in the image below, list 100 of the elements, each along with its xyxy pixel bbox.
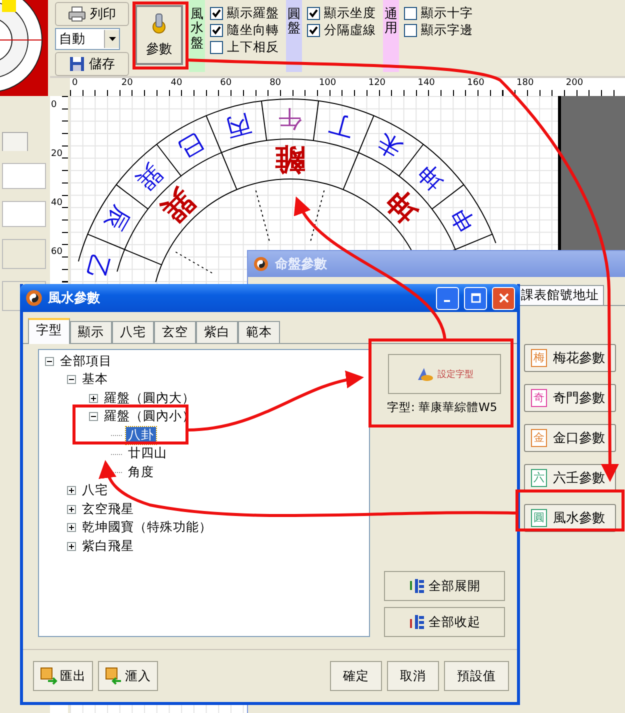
checkbox[interactable] xyxy=(210,41,223,54)
expand-all-button[interactable]: 全部展開 xyxy=(384,571,505,601)
group-label: 風水盤 xyxy=(189,0,205,72)
seal-icon: 六 xyxy=(531,469,547,487)
ruler-label: 60 xyxy=(51,247,62,257)
tab[interactable]: 紫白 xyxy=(196,321,238,343)
compass-label: 未 xyxy=(372,128,407,164)
tab[interactable]: 範本 xyxy=(238,321,280,343)
import-button[interactable]: 滙入 xyxy=(98,661,158,691)
expander-icon[interactable] xyxy=(89,412,98,422)
checkbox-label: 上下相反 xyxy=(227,39,279,56)
tab[interactable]: 顯示 xyxy=(70,321,112,343)
save-button[interactable]: 儲存 xyxy=(55,52,129,76)
expander-icon[interactable] xyxy=(67,504,76,514)
mode-dropdown[interactable]: 自動 xyxy=(55,28,120,50)
ruler-label: 200 xyxy=(566,78,584,88)
checkbox-label: 顯示十字 xyxy=(421,5,473,22)
bagua-icon xyxy=(25,289,43,307)
expander-icon[interactable] xyxy=(45,356,54,366)
font-icon xyxy=(416,366,434,382)
minimize-icon[interactable] xyxy=(436,286,459,310)
ruler-label: 80 xyxy=(270,78,282,88)
tab[interactable]: 玄空 xyxy=(154,321,196,343)
checkbox[interactable] xyxy=(404,7,417,20)
dialog-button[interactable]: 確定 xyxy=(330,661,382,691)
seal-icon: 金 xyxy=(531,429,547,447)
group-label: 通用 xyxy=(383,0,399,72)
tree-icon xyxy=(408,614,424,630)
parameters-button[interactable]: 參數 xyxy=(135,5,183,65)
group-label: 圓盤 xyxy=(286,0,302,72)
compass-label: 離 xyxy=(275,142,305,176)
parameter-button[interactable]: 金 金口參數 xyxy=(524,424,616,452)
tree-icon xyxy=(408,578,424,594)
font-name-label: 字型: 華康華綜體W5 xyxy=(386,400,498,415)
expander-icon[interactable] xyxy=(89,394,98,403)
input-field[interactable] xyxy=(2,201,46,227)
dialog-button[interactable]: 預設值 xyxy=(444,661,509,691)
dialog-button[interactable]: 取消 xyxy=(387,661,439,691)
window-title: 風水參數 xyxy=(48,290,101,307)
ruler-label: 100 xyxy=(318,78,336,88)
tree-item[interactable]: 基本 xyxy=(80,371,110,388)
highlight-box xyxy=(132,2,188,70)
import-icon xyxy=(105,667,123,685)
ruler-label: 180 xyxy=(516,78,534,88)
tree-item[interactable]: 紫白飛星 xyxy=(80,538,136,555)
window-title: 命盤參數 xyxy=(275,256,327,273)
ruler-label: 40 xyxy=(170,78,182,88)
checkbox[interactable] xyxy=(210,24,223,37)
tree-item[interactable]: 八宅 xyxy=(80,482,110,500)
ruler-label: 0 xyxy=(51,100,57,110)
side-panel xyxy=(2,239,46,269)
checkbox[interactable] xyxy=(307,7,320,20)
tab[interactable]: 字型 xyxy=(28,318,70,344)
seal-icon: 奇 xyxy=(531,389,547,407)
compass-label: 巳 xyxy=(173,128,208,164)
export-icon xyxy=(40,667,58,685)
expander-icon[interactable] xyxy=(67,375,76,384)
close-icon[interactable] xyxy=(492,286,515,310)
checkbox-label: 顯示坐度 xyxy=(324,5,376,22)
checkbox[interactable] xyxy=(307,24,320,37)
expander-icon[interactable] xyxy=(67,542,76,551)
compass-label: 乙 xyxy=(81,251,114,282)
seal-icon: 梅 xyxy=(531,349,547,367)
checkbox[interactable] xyxy=(210,7,223,20)
parameter-button[interactable]: 奇 奇門參數 xyxy=(524,384,616,412)
checkbox-label: 分隔虛線 xyxy=(324,22,376,39)
tree-item[interactable]: 羅盤（圓內大） xyxy=(102,390,197,407)
maximize-icon[interactable] xyxy=(464,286,487,310)
checkbox-label: 隨坐向轉 xyxy=(227,22,279,39)
seal-icon: 圓 xyxy=(531,509,547,527)
parameter-button[interactable]: 梅 梅花參數 xyxy=(524,344,616,372)
ruler-label: 120 xyxy=(368,78,386,88)
ruler-label: 20 xyxy=(51,149,62,159)
checkbox[interactable] xyxy=(404,24,417,37)
ruler-label: 40 xyxy=(51,198,62,208)
tree-item[interactable]: 全部項目 xyxy=(58,352,114,370)
ruler-label: 20 xyxy=(121,78,133,88)
tree-item[interactable]: 玄空飛星 xyxy=(80,500,136,518)
bagua-icon xyxy=(253,256,269,272)
export-button[interactable]: 匯出 xyxy=(33,661,93,691)
compass-label: 申 xyxy=(444,201,480,236)
ruler-label: 60 xyxy=(220,78,232,88)
input-field[interactable] xyxy=(2,163,46,189)
collapse-all-button[interactable]: 全部收起 xyxy=(384,607,505,637)
compass-label: 午 xyxy=(278,105,302,133)
print-button[interactable]: 列印 xyxy=(55,2,129,26)
compass-label: 丁 xyxy=(326,109,357,142)
expander-icon[interactable] xyxy=(67,523,76,532)
checkbox-label: 顯示字邊 xyxy=(421,22,473,39)
ruler-label: 160 xyxy=(467,78,484,88)
checkbox-label: 顯示羅盤 xyxy=(227,5,279,22)
ruler-label: 140 xyxy=(418,78,435,88)
expander-icon[interactable] xyxy=(67,486,76,496)
printer-icon xyxy=(68,6,86,22)
tab[interactable]: 八宅 xyxy=(112,321,154,343)
tree-item[interactable]: 廿四山 xyxy=(126,445,169,462)
ruler-label: 0 xyxy=(72,78,78,88)
set-font-button[interactable]: 設定字型 xyxy=(388,354,501,394)
tree-item[interactable]: 乾坤國寶（特殊功能） xyxy=(80,519,214,536)
tree-item[interactable]: 角度 xyxy=(126,464,156,481)
